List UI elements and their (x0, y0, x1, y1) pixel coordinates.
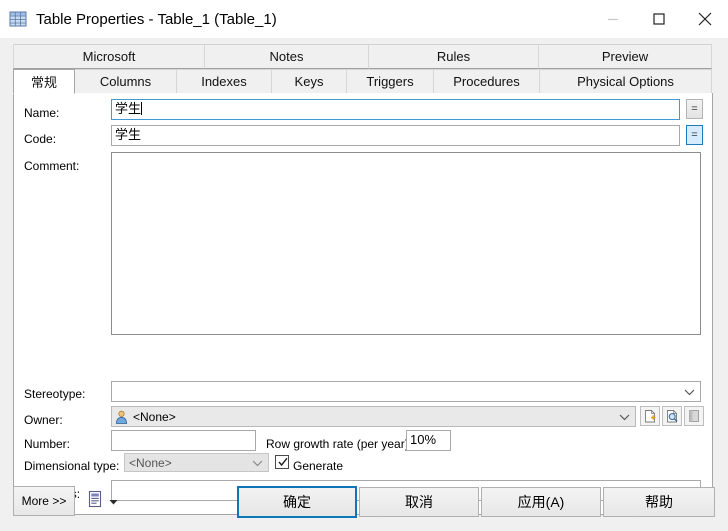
help-button[interactable]: 帮助 (603, 487, 715, 517)
tab-label: Physical Options (577, 74, 674, 89)
tab-label: 常规 (30, 75, 57, 90)
equals-icon: = (691, 128, 698, 141)
tab-physical-options[interactable]: Physical Options (539, 69, 712, 94)
tab-columns[interactable]: Columns (74, 69, 177, 94)
report-dropdown-button[interactable] (88, 490, 118, 511)
dimensional-type-label: Dimensional type: (24, 459, 120, 473)
cancel-button-label: 取消 (405, 494, 433, 510)
ok-button[interactable]: 确定 (237, 486, 357, 518)
equals-icon: = (691, 102, 698, 115)
chevron-down-icon (109, 494, 118, 508)
number-label: Number: (24, 437, 71, 451)
generate-checkbox[interactable] (275, 455, 289, 469)
comment-value (112, 153, 700, 157)
tab-notes[interactable]: Notes (204, 44, 369, 69)
text-caret (141, 102, 143, 115)
number-input[interactable] (111, 430, 256, 451)
window-controls (590, 0, 728, 38)
generate-label: Generate (293, 459, 344, 473)
dimensional-type-value: <None> (129, 455, 172, 470)
stereotype-label: Stereotype: (24, 387, 86, 401)
tab-microsoft[interactable]: Microsoft (13, 44, 205, 69)
code-equals-button[interactable]: = (686, 125, 703, 145)
name-input[interactable]: 学生 (111, 99, 680, 120)
chevron-down-icon (619, 410, 630, 424)
owner-value: <None> (133, 409, 176, 424)
tab-row-upper: Microsoft Notes Rules Preview (13, 44, 713, 69)
apply-button[interactable]: 应用(A) (481, 487, 601, 517)
comment-textarea[interactable] (111, 152, 701, 335)
tab-label: Triggers (366, 74, 414, 89)
more-button-label: More >> (21, 494, 67, 508)
name-label: Name: (24, 106, 60, 120)
create-owner-icon[interactable] (640, 406, 660, 426)
tab-label: Procedures (453, 74, 520, 89)
tab-label: Notes (269, 49, 304, 64)
maximize-button[interactable] (636, 0, 682, 38)
window-title: Table Properties - Table_1 (Table_1) (36, 10, 277, 28)
owner-combo[interactable]: <None> (111, 406, 636, 427)
row-growth-input[interactable]: 10% (406, 430, 451, 451)
code-input[interactable]: 学生 (111, 125, 680, 146)
chevron-down-icon (252, 456, 263, 470)
dialog-body: Microsoft Notes Rules Preview 常规 Columns… (0, 38, 728, 531)
tab-row-lower: 常规 Columns Indexes Keys Triggers Procedu… (13, 69, 713, 94)
tab-label: Indexes (201, 74, 247, 89)
owner-label: Owner: (24, 413, 63, 427)
stereotype-combo[interactable] (111, 381, 701, 402)
name-equals-button[interactable]: = (686, 99, 703, 119)
ok-button-label: 确定 (283, 494, 311, 510)
row-growth-label: Row growth rate (per year): (266, 437, 413, 451)
tab-triggers[interactable]: Triggers (346, 69, 434, 94)
chevron-down-icon (684, 385, 695, 399)
tab-indexes[interactable]: Indexes (176, 69, 272, 94)
dimensional-type-combo[interactable]: <None> (124, 453, 269, 472)
general-tab-panel: Name: 学生 = Code: 学生 = Comment: Stereotyp… (13, 93, 713, 515)
cancel-button[interactable]: 取消 (359, 487, 479, 517)
help-button-label: 帮助 (645, 494, 673, 510)
table-grid-icon (9, 10, 27, 28)
apply-button-label: 应用(A) (517, 494, 565, 510)
properties-owner-icon[interactable] (662, 406, 682, 426)
close-button[interactable] (682, 0, 728, 38)
more-button[interactable]: More >> (13, 486, 75, 516)
user-icon (115, 410, 128, 424)
tab-procedures[interactable]: Procedures (433, 69, 540, 94)
title-bar: Table Properties - Table_1 (Table_1) (0, 0, 728, 38)
tab-rules[interactable]: Rules (368, 44, 539, 69)
code-label: Code: (24, 132, 57, 146)
row-growth-value: 10% (410, 432, 437, 447)
tab-keys[interactable]: Keys (271, 69, 347, 94)
report-icon (88, 490, 104, 511)
tab-preview[interactable]: Preview (538, 44, 712, 69)
tab-general[interactable]: 常规 (13, 69, 75, 94)
tab-strip: Microsoft Notes Rules Preview 常规 Columns… (13, 44, 713, 94)
tab-label: Preview (601, 49, 649, 64)
comment-label: Comment: (24, 159, 80, 173)
tab-label: Rules (436, 49, 471, 64)
name-input-value: 学生 (115, 101, 142, 116)
code-input-value: 学生 (115, 127, 142, 142)
tab-label: Columns (99, 74, 152, 89)
minimize-button[interactable] (590, 0, 636, 38)
delete-owner-icon[interactable] (684, 406, 704, 426)
tab-label: Microsoft (82, 49, 136, 64)
tab-label: Keys (294, 74, 324, 89)
